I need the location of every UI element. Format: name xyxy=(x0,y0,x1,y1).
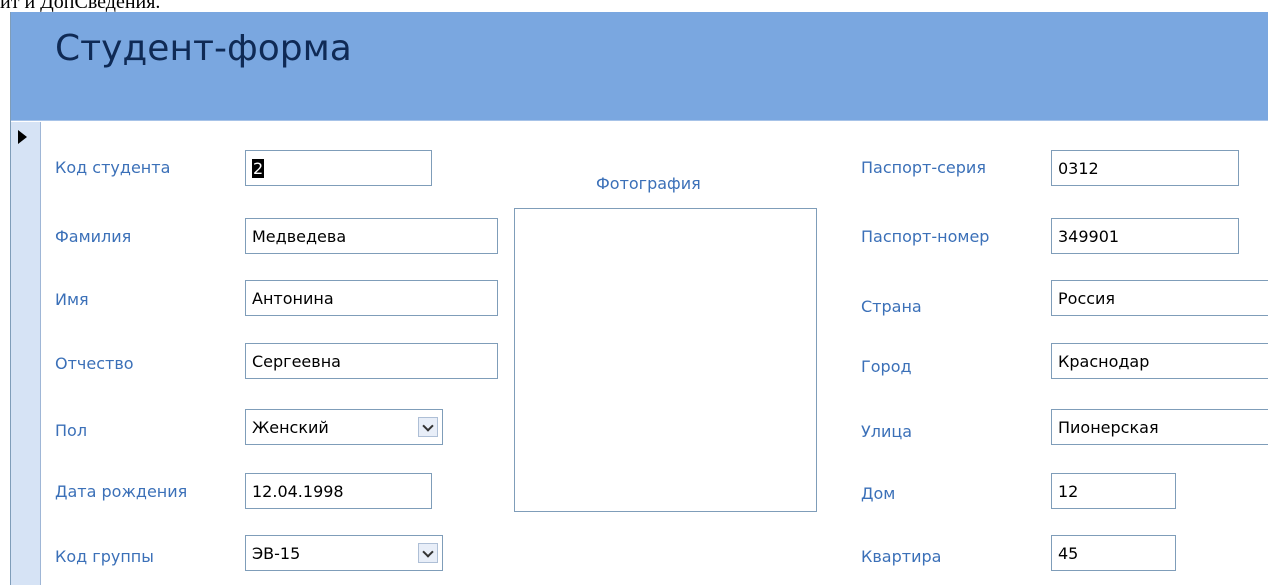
student-form: Студент-форма Код студента 2 Фамилия Мед… xyxy=(10,12,1268,585)
photo-frame[interactable] xyxy=(514,208,817,512)
group-code-dropdown-button[interactable] xyxy=(418,543,438,563)
form-header: Студент-форма xyxy=(11,12,1268,121)
country-field[interactable]: Россия xyxy=(1051,280,1268,316)
first-name-field[interactable]: Антонина xyxy=(245,280,498,316)
birth-date-field[interactable]: 12.04.1998 xyxy=(245,473,432,509)
chevron-down-icon xyxy=(422,545,434,558)
city-value: Краснодар xyxy=(1058,351,1150,371)
surname-value: Медведева xyxy=(252,226,347,246)
apartment-field[interactable]: 45 xyxy=(1051,535,1176,571)
patronymic-field[interactable]: Сергеевна xyxy=(245,343,498,379)
form-title: Студент-форма xyxy=(55,28,352,69)
chevron-down-icon xyxy=(422,419,434,432)
birth-date-value: 12.04.1998 xyxy=(252,481,344,501)
record-selector-arrow-icon xyxy=(18,130,27,144)
country-value: Россия xyxy=(1058,288,1116,308)
photo-label: Фотография xyxy=(596,174,701,193)
patronymic-value: Сергеевна xyxy=(252,351,341,371)
house-field[interactable]: 12 xyxy=(1051,473,1176,509)
gender-select[interactable]: Женский xyxy=(245,409,443,445)
passport-number-value: 349901 xyxy=(1058,226,1120,246)
gender-value: Женский xyxy=(252,417,329,437)
label-passport-series: Паспорт-серия xyxy=(861,158,986,177)
label-country: Страна xyxy=(861,297,922,316)
label-birth-date: Дата рождения xyxy=(55,482,188,501)
street-value: Пионерская xyxy=(1058,417,1159,437)
record-selector[interactable] xyxy=(11,122,41,585)
surname-field[interactable]: Медведева xyxy=(245,218,498,254)
passport-number-field[interactable]: 349901 xyxy=(1051,218,1239,254)
label-house: Дом xyxy=(861,484,896,503)
gender-dropdown-button[interactable] xyxy=(418,417,438,437)
street-field[interactable]: Пионерская xyxy=(1051,409,1268,445)
student-code-field[interactable]: 2 xyxy=(245,150,432,186)
label-street: Улица xyxy=(861,422,913,441)
label-first-name: Имя xyxy=(55,290,89,309)
city-field[interactable]: Краснодар xyxy=(1051,343,1268,379)
label-group-code: Код группы xyxy=(55,547,154,566)
label-passport-number: Паспорт-номер xyxy=(861,227,990,246)
passport-series-field[interactable]: 0312 xyxy=(1051,150,1239,186)
passport-series-value: 0312 xyxy=(1058,158,1099,178)
group-code-select[interactable]: ЭВ-15 xyxy=(245,535,443,571)
label-gender: Пол xyxy=(55,421,88,440)
apartment-value: 45 xyxy=(1058,543,1079,563)
first-name-value: Антонина xyxy=(252,288,334,308)
label-surname: Фамилия xyxy=(55,227,132,246)
label-apartment: Квартира xyxy=(861,547,942,566)
house-value: 12 xyxy=(1058,481,1079,501)
group-code-value: ЭВ-15 xyxy=(252,543,301,563)
label-city: Город xyxy=(861,357,912,376)
student-code-value: 2 xyxy=(252,158,265,178)
label-student-code: Код студента xyxy=(55,158,171,177)
label-patronymic: Отчество xyxy=(55,354,134,373)
